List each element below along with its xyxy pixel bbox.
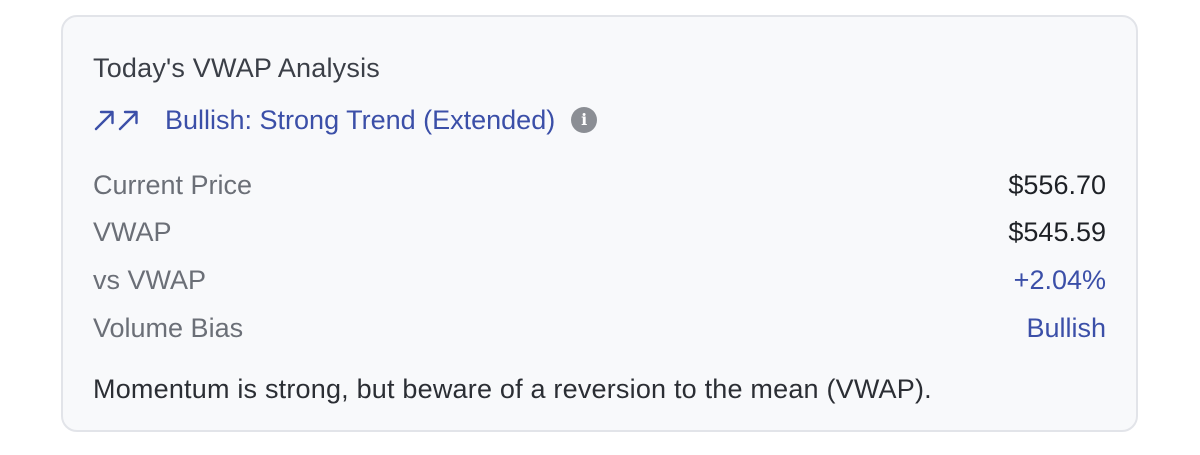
- metric-label: Volume Bias: [93, 313, 244, 343]
- metric-row-volume-bias: Volume Bias Bullish: [93, 310, 1106, 346]
- metric-value: $556.70: [1008, 170, 1106, 200]
- metric-value: $545.59: [1008, 217, 1106, 247]
- trend-label: Bullish: Strong Trend (Extended): [165, 105, 556, 135]
- trend-indicator: Bullish: Strong Trend (Extended) i: [93, 100, 598, 140]
- double-arrow-up-right-icon: [93, 108, 141, 132]
- metric-value: +2.04%: [1013, 265, 1106, 295]
- metric-label: VWAP: [93, 217, 172, 247]
- metric-value: Bullish: [1026, 313, 1106, 343]
- card-title: Today's VWAP Analysis: [93, 53, 380, 83]
- metric-row-vs-vwap: vs VWAP +2.04%: [93, 262, 1106, 298]
- metric-row-vwap: VWAP $545.59: [93, 214, 1106, 250]
- metric-row-current-price: Current Price $556.70: [93, 167, 1106, 203]
- metric-label: vs VWAP: [93, 265, 207, 295]
- vwap-analysis-card: Today's VWAP Analysis Bullish: Strong Tr…: [61, 15, 1138, 432]
- analysis-note: Momentum is strong, but beware of a reve…: [93, 374, 932, 404]
- metric-label: Current Price: [93, 170, 253, 200]
- info-icon[interactable]: i: [571, 107, 598, 133]
